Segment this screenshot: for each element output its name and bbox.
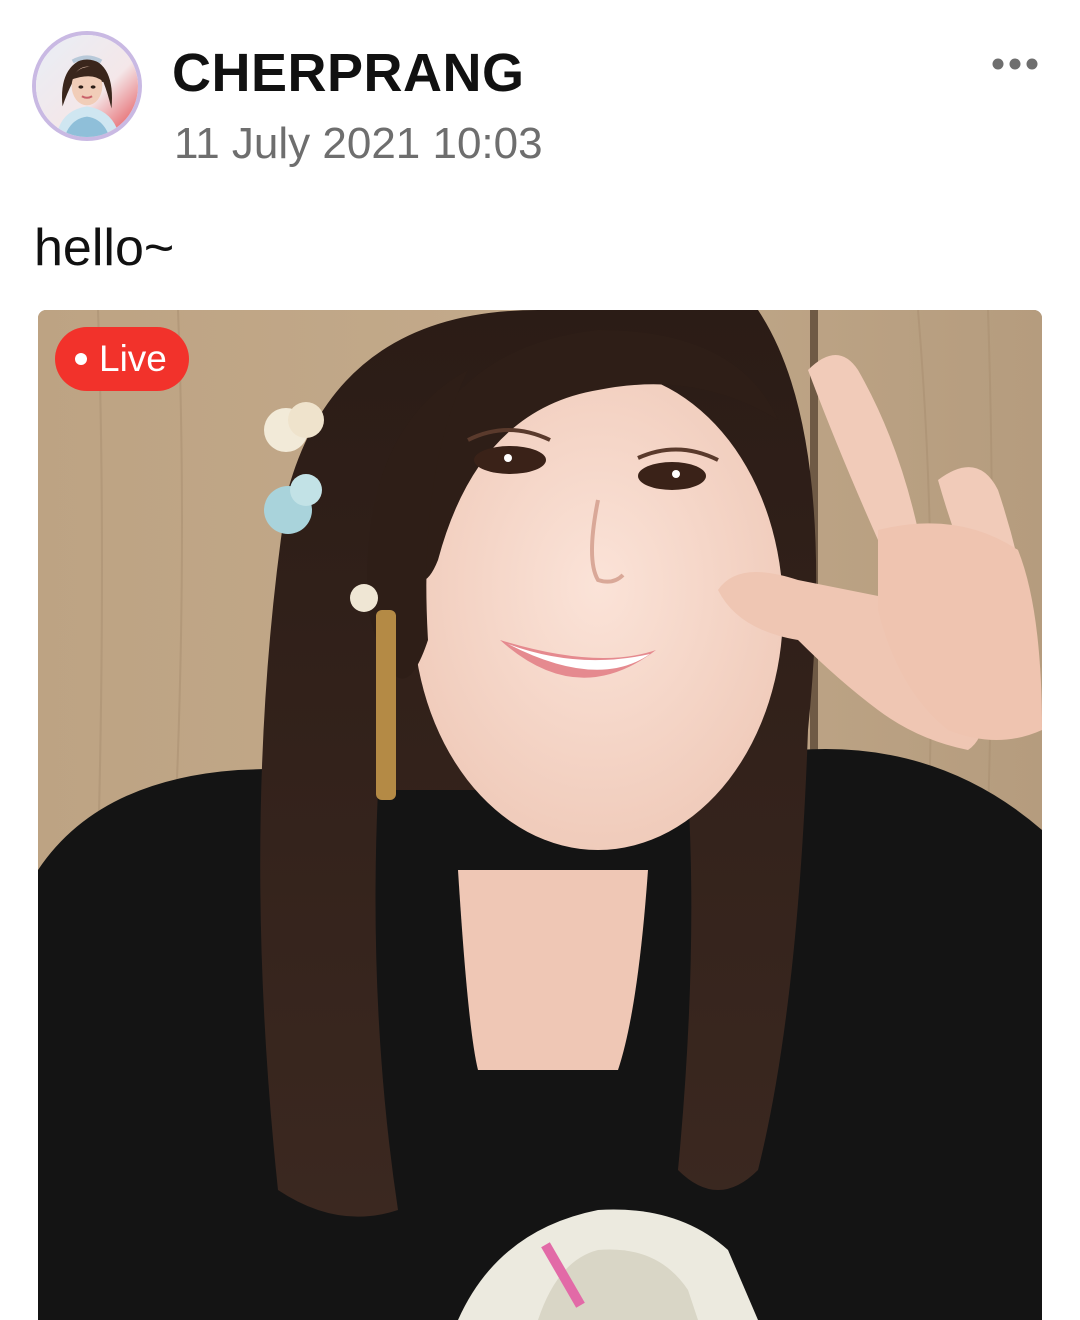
post-header: CHERPRANG 11 July 2021 10:03 (0, 0, 1080, 190)
more-options-button[interactable] (982, 44, 1048, 84)
live-dot-icon (75, 353, 87, 365)
author-name[interactable]: CHERPRANG (172, 42, 525, 104)
selfie-photo (38, 310, 1042, 1320)
post-timestamp: 11 July 2021 10:03 (174, 119, 543, 168)
post-text: hello~ (34, 219, 175, 277)
post-photo[interactable]: Live (38, 310, 1042, 1320)
more-horizontal-icon (992, 58, 1038, 70)
live-badge-label: Live (99, 338, 167, 379)
avatar-portrait (36, 35, 138, 137)
avatar-image (36, 35, 138, 137)
author-avatar[interactable] (32, 31, 142, 141)
live-badge: Live (55, 327, 189, 391)
